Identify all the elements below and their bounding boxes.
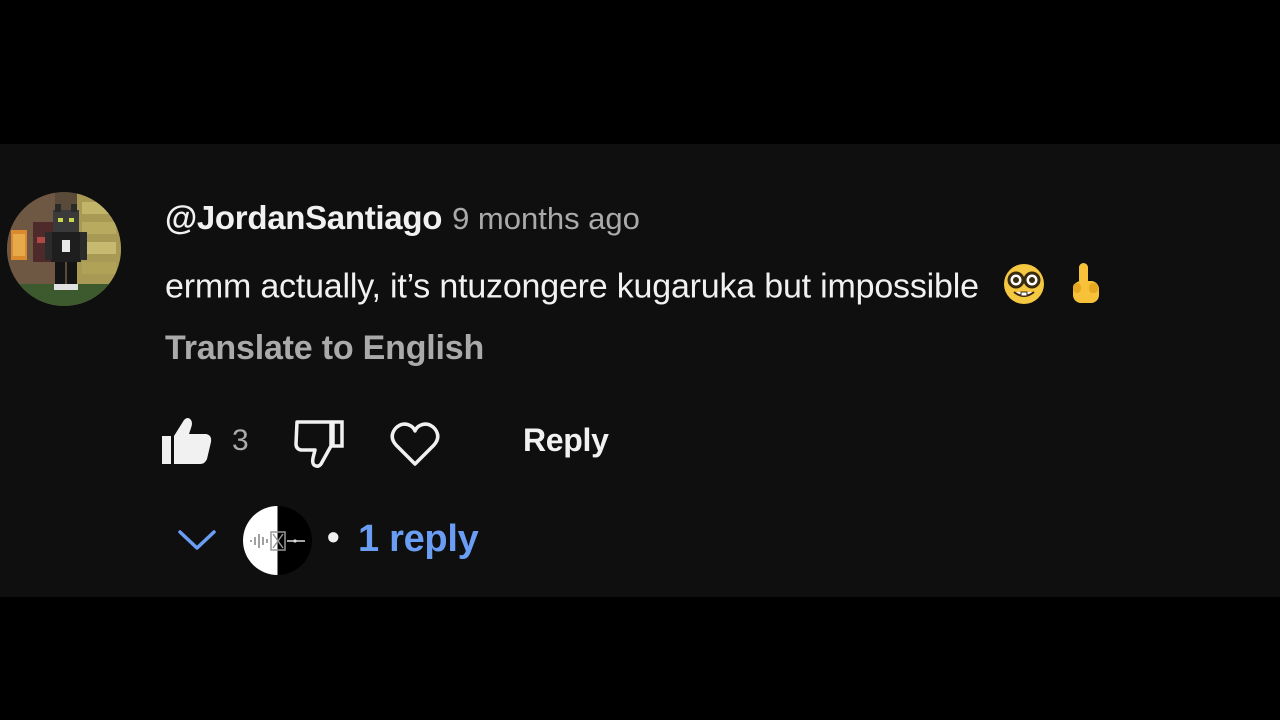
reply-author-avatar xyxy=(243,506,312,575)
comment-timestamp[interactable]: 9 months ago xyxy=(452,201,640,236)
reply-button[interactable]: Reply xyxy=(523,422,609,459)
view-replies-button[interactable]: • 1 reply xyxy=(176,504,576,576)
replies-separator: • xyxy=(327,516,340,557)
thumbs-up-filled-icon xyxy=(162,418,212,464)
thumbs-down-outline-icon xyxy=(294,420,344,469)
avatar-image xyxy=(7,192,121,306)
author-name[interactable]: @JordanSantiago xyxy=(165,199,442,236)
like-button[interactable] xyxy=(160,414,214,473)
video-frame: @JordanSantiago 9 months ago ermm actuall… xyxy=(0,0,1280,720)
comment-body: ermm actually, it’s ntuzongere kugaruka … xyxy=(165,261,1105,316)
replies-count-label[interactable]: 1 reply xyxy=(358,518,479,561)
author-avatar[interactable] xyxy=(7,192,121,306)
index-pointing-up-emoji xyxy=(1065,261,1105,316)
nerd-face-emoji xyxy=(1002,262,1046,315)
comment-text: ermm actually, it’s ntuzongere kugaruka … xyxy=(165,267,979,306)
comment-thread: @JordanSantiago 9 months ago ermm actuall… xyxy=(0,144,1280,597)
translate-link[interactable]: Translate to English xyxy=(165,329,484,368)
heart-button[interactable] xyxy=(390,420,440,473)
heart-outline-icon xyxy=(390,422,440,466)
chevron-down-icon xyxy=(176,526,218,559)
like-count: 3 xyxy=(232,424,249,457)
comment-header: @JordanSantiago 9 months ago xyxy=(165,199,640,237)
dislike-button[interactable] xyxy=(293,418,347,477)
